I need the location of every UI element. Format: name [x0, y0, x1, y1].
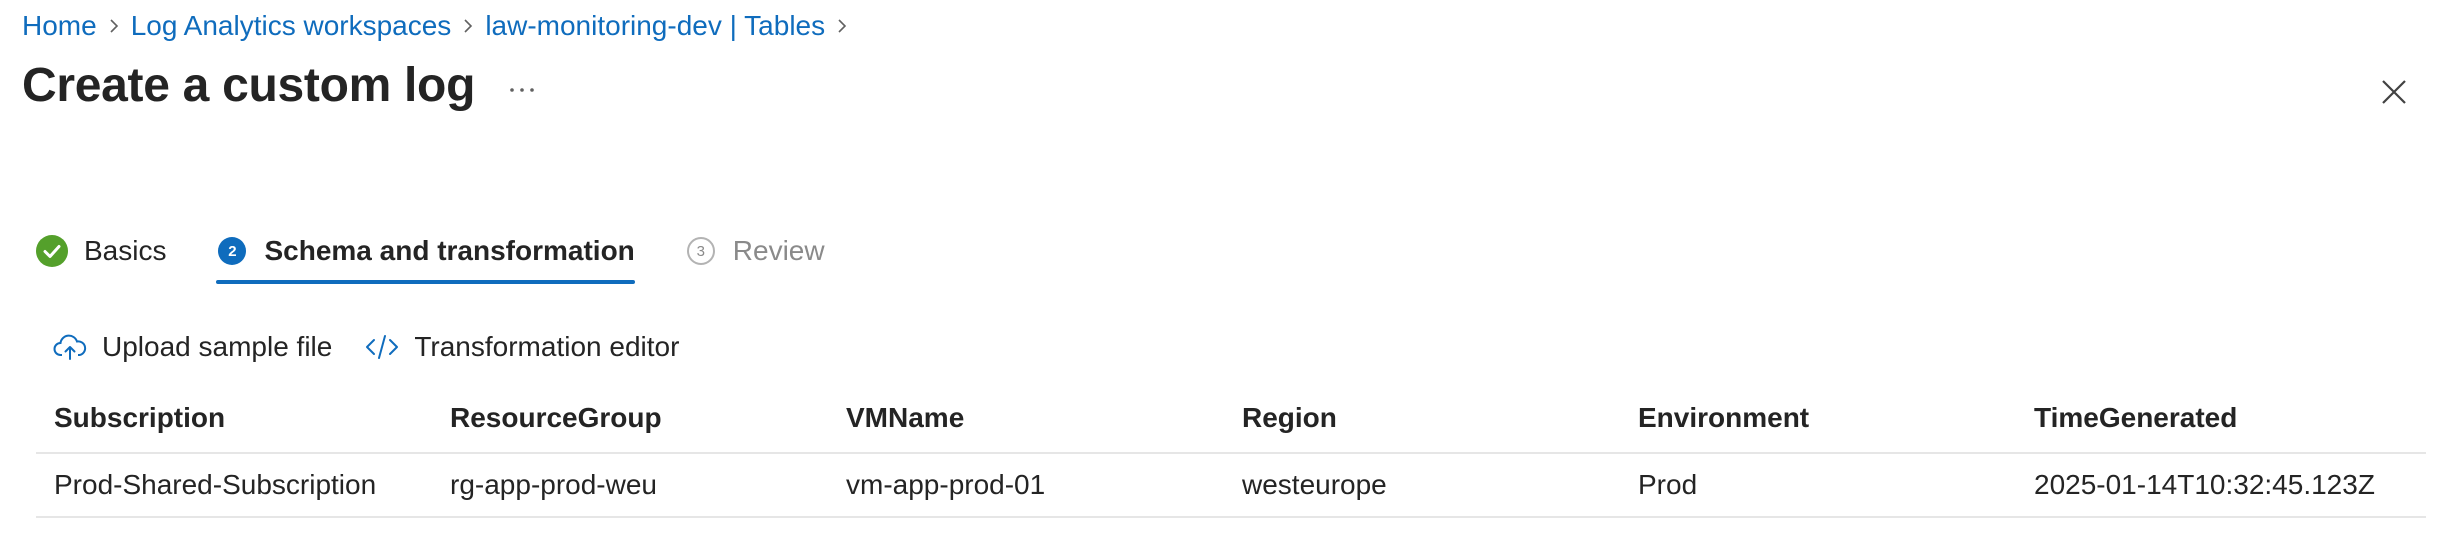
column-header-region[interactable]: Region [1224, 402, 1620, 434]
step-number-badge: 3 [685, 235, 717, 267]
table-cell: Prod-Shared-Subscription [54, 469, 377, 500]
cloud-upload-icon [52, 329, 88, 365]
chevron-right-icon [97, 6, 131, 46]
more-horizontal-icon [508, 81, 536, 99]
more-options-button[interactable] [500, 72, 544, 108]
step-number-badge: 2 [216, 235, 248, 267]
toolbar: Upload sample file Transformation editor [52, 326, 711, 368]
tab-basics[interactable]: Basics [36, 228, 166, 274]
column-header-resourcegroup[interactable]: ResourceGroup [432, 402, 828, 434]
table-cell: rg-app-prod-weu [450, 469, 657, 500]
step-label: Basics [84, 235, 167, 266]
checkmark-circle-icon [36, 235, 68, 267]
page-title: Create a custom log [22, 59, 476, 112]
table-header-row: Subscription ResourceGroup VMName Region… [36, 384, 2426, 454]
tab-review[interactable]: 3 Review [685, 228, 825, 274]
close-icon [2380, 78, 2408, 111]
upload-sample-file-button[interactable]: Upload sample file [52, 326, 332, 368]
table-cell: westeurope [1242, 469, 1387, 500]
breadcrumb: Home Log Analytics workspaces law-monito… [22, 6, 859, 46]
column-header-environment[interactable]: Environment [1620, 402, 2016, 434]
close-button[interactable] [2372, 72, 2416, 116]
step-number: 3 [686, 237, 715, 265]
transformation-editor-label: Transformation editor [414, 331, 680, 362]
wizard-steps: Basics 2 Schema and transformation 3 Rev… [36, 228, 875, 284]
column-header-subscription[interactable]: Subscription [36, 402, 432, 434]
step-number: 2 [218, 237, 247, 265]
column-header-vmname[interactable]: VMName [828, 402, 1224, 434]
breadcrumb-home[interactable]: Home [22, 10, 97, 42]
chevron-right-icon [825, 6, 859, 46]
breadcrumb-log-analytics-workspaces[interactable]: Log Analytics workspaces [131, 10, 452, 42]
code-icon [364, 329, 400, 365]
schema-preview-table: Subscription ResourceGroup VMName Region… [36, 384, 2426, 518]
table-row: Prod-Shared-Subscription rg-app-prod-weu… [36, 454, 2426, 518]
table-cell: 2025-01-14T10:32:45.123Z [2034, 469, 2375, 500]
table-cell: vm-app-prod-01 [846, 469, 1046, 500]
tab-schema-and-transformation[interactable]: 2 Schema and transformation [216, 228, 636, 284]
upload-sample-file-label: Upload sample file [102, 331, 333, 362]
breadcrumb-workspace-tables[interactable]: law-monitoring-dev | Tables [485, 10, 825, 42]
chevron-right-icon [451, 6, 485, 46]
transformation-editor-button[interactable]: Transformation editor [364, 326, 679, 368]
column-header-timegenerated[interactable]: TimeGenerated [2016, 402, 2426, 434]
table-cell: Prod [1638, 469, 1698, 500]
step-label: Schema and transformation [264, 235, 635, 266]
step-label: Review [732, 235, 825, 266]
